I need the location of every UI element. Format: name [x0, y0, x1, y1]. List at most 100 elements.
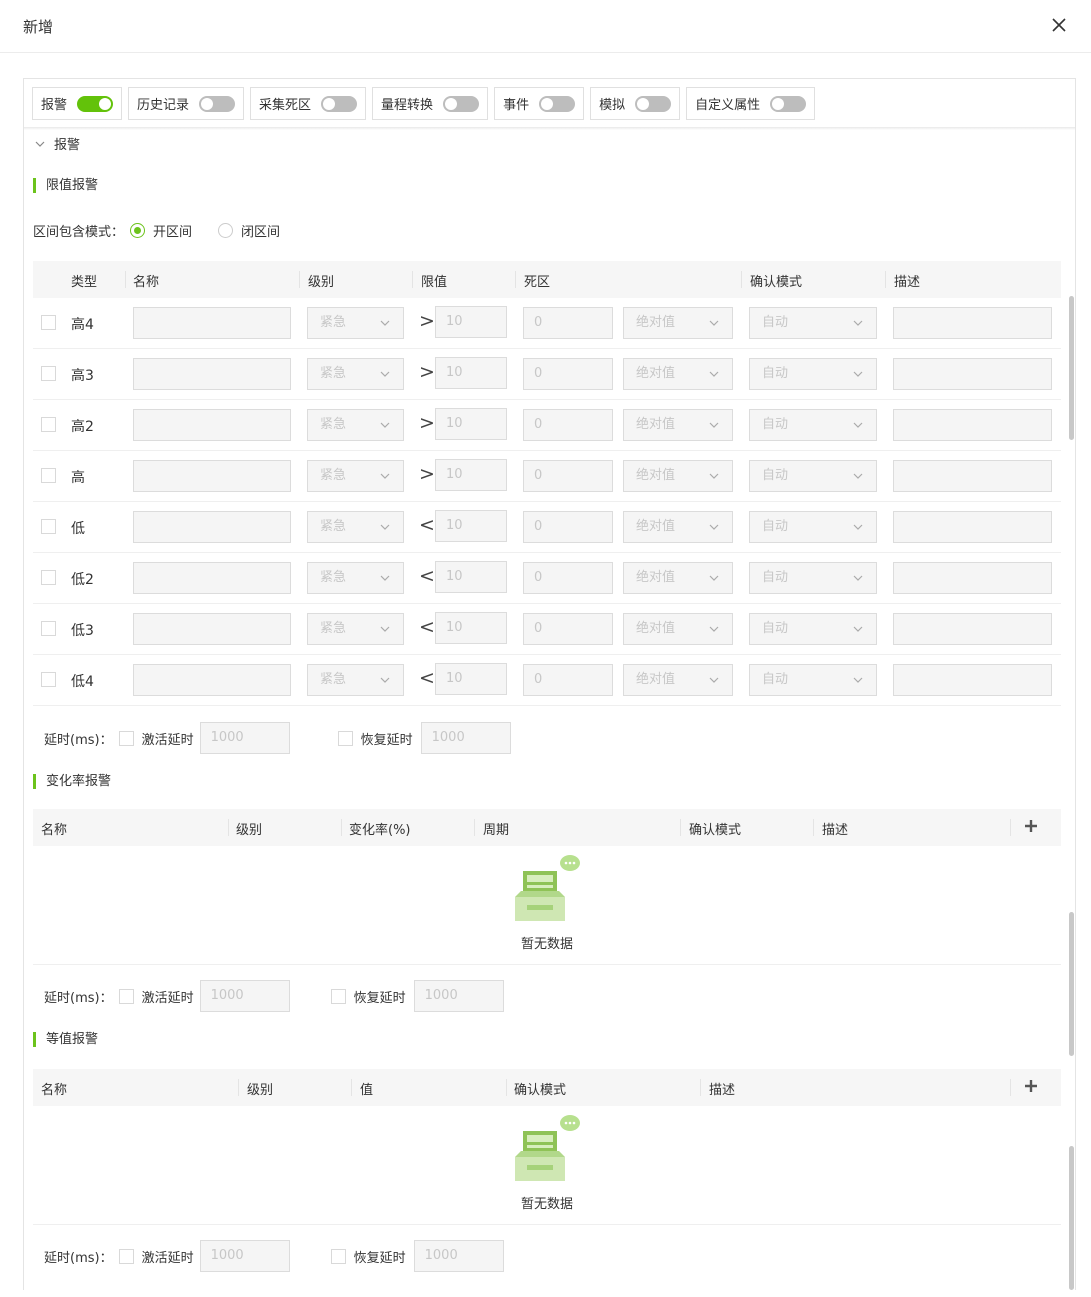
deadband-mode-select[interactable]: 绝对值	[623, 562, 733, 594]
deadband-input[interactable]: 0	[523, 460, 613, 492]
toggle-switch[interactable]	[635, 95, 672, 112]
limit-input[interactable]: 10	[435, 408, 507, 440]
panel-scrollbar[interactable]	[1069, 912, 1074, 1056]
deadband-mode-select[interactable]: 绝对值	[623, 511, 733, 543]
confirm-mode-select[interactable]: 自动	[749, 511, 877, 543]
toggle-switch[interactable]	[539, 95, 576, 112]
open-interval-label[interactable]: 开区间	[153, 221, 192, 240]
name-input[interactable]	[133, 562, 291, 594]
toggle-switch[interactable]	[199, 95, 236, 112]
deadband-input[interactable]: 0	[523, 307, 613, 339]
radio-open-interval[interactable]	[130, 223, 146, 238]
description-input[interactable]	[893, 664, 1052, 696]
deadband-input[interactable]: 0	[523, 562, 613, 594]
deadband-input[interactable]: 0	[523, 358, 613, 390]
row-checkbox[interactable]	[41, 315, 56, 330]
confirm-mode-select[interactable]: 自动	[749, 460, 877, 492]
name-input[interactable]	[133, 460, 291, 492]
description-input[interactable]	[893, 613, 1052, 645]
switch-custom-attr[interactable]: 自定义属性	[686, 87, 816, 120]
level-select[interactable]: 紧急	[307, 358, 404, 390]
description-input[interactable]	[893, 358, 1052, 390]
limit-input[interactable]: 10	[435, 357, 507, 389]
row-checkbox[interactable]	[41, 621, 56, 636]
toggle-switch[interactable]	[77, 95, 114, 112]
recover-delay-checkbox[interactable]	[337, 730, 353, 746]
description-input[interactable]	[893, 409, 1052, 441]
deadband-input[interactable]: 0	[523, 511, 613, 543]
toggle-switch[interactable]	[443, 95, 480, 112]
confirm-mode-select[interactable]: 自动	[749, 409, 877, 441]
limit-input[interactable]: 10	[435, 306, 507, 338]
activate-delay-checkbox[interactable]	[118, 730, 134, 746]
name-input[interactable]	[133, 307, 291, 339]
description-input[interactable]	[893, 460, 1052, 492]
radio-closed-interval[interactable]	[218, 223, 234, 238]
deadband-mode-select[interactable]: 绝对值	[623, 664, 733, 696]
closed-interval-label[interactable]: 闭区间	[241, 221, 280, 240]
limit-input[interactable]: 10	[435, 663, 507, 695]
limit-input[interactable]: 10	[435, 510, 507, 542]
row-checkbox[interactable]	[41, 570, 56, 585]
description-input[interactable]	[893, 307, 1052, 339]
deadband-input[interactable]: 0	[523, 613, 613, 645]
switch-collect-deadband[interactable]: 采集死区	[250, 87, 367, 120]
description-input[interactable]	[893, 562, 1052, 594]
level-select[interactable]: 紧急	[307, 460, 404, 492]
activate-delay-input[interactable]: 1000	[199, 980, 290, 1012]
deadband-mode-select[interactable]: 绝对值	[623, 460, 733, 492]
name-input[interactable]	[133, 358, 291, 390]
deadband-mode-select[interactable]: 绝对值	[623, 613, 733, 645]
recover-delay-checkbox[interactable]	[330, 988, 346, 1004]
row-checkbox[interactable]	[41, 417, 56, 432]
level-select[interactable]: 紧急	[307, 511, 404, 543]
row-checkbox[interactable]	[41, 672, 56, 687]
deadband-input[interactable]: 0	[523, 409, 613, 441]
deadband-mode-select[interactable]: 绝对值	[623, 409, 733, 441]
limit-input[interactable]: 10	[435, 459, 507, 491]
row-checkbox[interactable]	[41, 519, 56, 534]
activate-delay-checkbox[interactable]	[118, 1248, 134, 1264]
level-select[interactable]: 紧急	[307, 664, 404, 696]
limit-input[interactable]: 10	[435, 612, 507, 644]
name-input[interactable]	[133, 613, 291, 645]
deadband-mode-select[interactable]: 绝对值	[623, 307, 733, 339]
description-input[interactable]	[893, 511, 1052, 543]
switch-history[interactable]: 历史记录	[128, 87, 245, 120]
limit-table-scrollbar[interactable]	[1069, 296, 1074, 440]
activate-delay-input[interactable]: 1000	[199, 722, 290, 754]
switch-range-conversion[interactable]: 量程转换	[372, 87, 489, 120]
confirm-mode-select[interactable]: 自动	[749, 307, 877, 339]
activate-delay-checkbox[interactable]	[118, 988, 134, 1004]
row-checkbox[interactable]	[41, 468, 56, 483]
row-checkbox[interactable]	[41, 366, 56, 381]
deadband-input[interactable]: 0	[523, 664, 613, 696]
confirm-mode-select[interactable]: 自动	[749, 358, 877, 390]
limit-input[interactable]: 10	[435, 561, 507, 593]
add-rate-alarm-icon[interactable]	[1023, 818, 1039, 834]
recover-delay-input[interactable]: 1000	[420, 722, 511, 754]
switch-alarm[interactable]: 报警	[32, 87, 123, 120]
name-input[interactable]	[133, 409, 291, 441]
outer-scrollbar[interactable]	[1069, 1146, 1074, 1290]
toggle-switch[interactable]	[770, 95, 807, 112]
deadband-mode-select[interactable]: 绝对值	[623, 358, 733, 390]
name-input[interactable]	[133, 664, 291, 696]
confirm-mode-select[interactable]: 自动	[749, 562, 877, 594]
add-equal-alarm-icon[interactable]	[1023, 1078, 1039, 1094]
activate-delay-input[interactable]: 1000	[199, 1240, 290, 1272]
confirm-mode-select[interactable]: 自动	[749, 613, 877, 645]
close-icon[interactable]	[1048, 14, 1070, 36]
level-select[interactable]: 紧急	[307, 613, 404, 645]
toggle-switch[interactable]	[321, 95, 358, 112]
name-input[interactable]	[133, 511, 291, 543]
alarm-section-header[interactable]: 报警	[34, 134, 80, 153]
recover-delay-input[interactable]: 1000	[413, 980, 504, 1012]
confirm-mode-select[interactable]: 自动	[749, 664, 877, 696]
switch-event[interactable]: 事件	[494, 87, 585, 120]
level-select[interactable]: 紧急	[307, 409, 404, 441]
level-select[interactable]: 紧急	[307, 562, 404, 594]
recover-delay-checkbox[interactable]	[330, 1248, 346, 1264]
recover-delay-input[interactable]: 1000	[413, 1240, 504, 1272]
switch-simulate[interactable]: 模拟	[590, 87, 681, 120]
